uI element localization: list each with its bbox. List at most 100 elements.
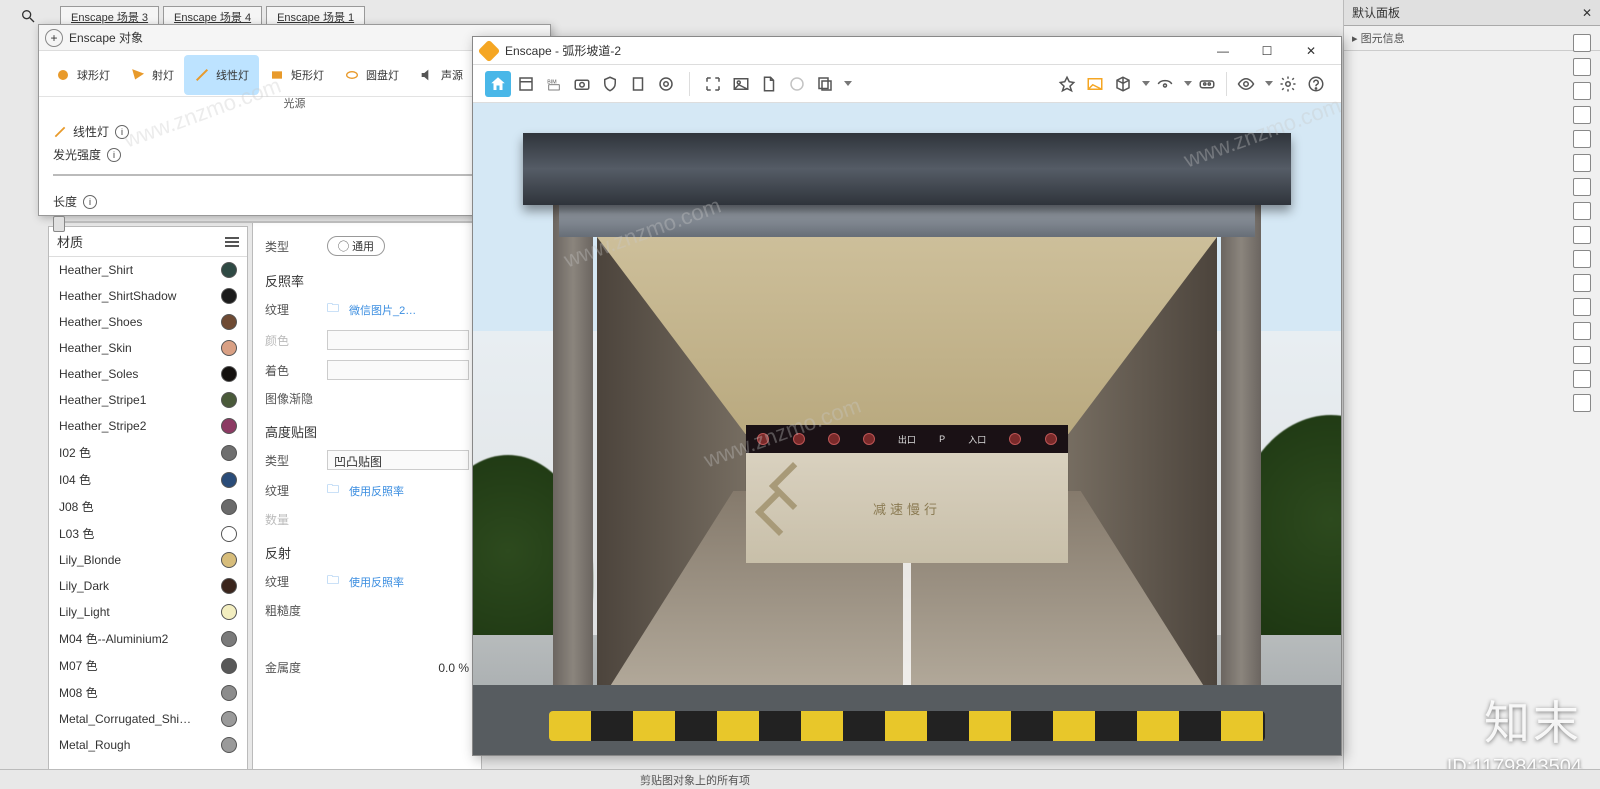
- line-light-button[interactable]: 线性灯: [184, 55, 259, 95]
- views-button[interactable]: [513, 71, 539, 97]
- style-button[interactable]: [1054, 71, 1080, 97]
- tool-icon[interactable]: [1573, 250, 1591, 268]
- tool-icon[interactable]: [1573, 298, 1591, 316]
- screenshot-button[interactable]: [700, 71, 726, 97]
- tool-icon[interactable]: [1573, 130, 1591, 148]
- material-swatch: [221, 631, 237, 647]
- visibility-button[interactable]: [1233, 71, 1259, 97]
- tool-icon[interactable]: [1573, 274, 1591, 292]
- folder-icon[interactable]: 🗀: [327, 571, 339, 592]
- tool-icon[interactable]: [1573, 34, 1591, 52]
- chevron-down-icon[interactable]: [1184, 81, 1192, 86]
- metal-value: 0.0 %: [438, 661, 469, 675]
- sphere-light-button[interactable]: 球形灯: [45, 55, 120, 95]
- search-area[interactable]: [8, 6, 48, 26]
- material-item[interactable]: J08 色: [49, 493, 247, 520]
- material-item[interactable]: Heather_Stripe2: [49, 413, 247, 439]
- material-swatch: [221, 472, 237, 488]
- length-slider[interactable]: [53, 216, 536, 228]
- height-type-field[interactable]: 凹凸贴图: [327, 450, 469, 470]
- materials-list[interactable]: Heather_ShirtHeather_ShirtShadowHeather_…: [49, 257, 247, 785]
- material-item[interactable]: Heather_Stripe1: [49, 387, 247, 413]
- material-name: Lily_Blonde: [59, 553, 121, 567]
- maximize-button[interactable]: ☐: [1245, 37, 1289, 65]
- status-bar: 剪贴图对象上的所有项: [0, 769, 1600, 789]
- vr-button[interactable]: [1194, 71, 1220, 97]
- video-button[interactable]: [653, 71, 679, 97]
- tray-section[interactable]: ▸ 图元信息: [1344, 26, 1600, 51]
- panorama-button[interactable]: [784, 71, 810, 97]
- default-tray: 默认面板 ✕ ▸ 图元信息: [1343, 0, 1600, 789]
- tool-icon[interactable]: [1573, 58, 1591, 76]
- tool-icon[interactable]: [1573, 82, 1591, 100]
- use-albedo-link[interactable]: 使用反照率: [349, 483, 404, 499]
- tool-icon[interactable]: [1573, 346, 1591, 364]
- disc-light-button[interactable]: 圆盘灯: [334, 55, 409, 95]
- material-item[interactable]: M04 色--Aluminium2: [49, 625, 247, 652]
- material-item[interactable]: Metal_Corrugated_Shi…: [49, 706, 247, 732]
- tool-icon[interactable]: [1573, 370, 1591, 388]
- batch-button[interactable]: [812, 71, 838, 97]
- chevron-down-icon[interactable]: [844, 81, 852, 86]
- render-viewport[interactable]: 出口 P 入口 减速慢行: [473, 103, 1341, 755]
- building-button[interactable]: [625, 71, 651, 97]
- minimize-button[interactable]: —: [1201, 37, 1245, 65]
- cube-button[interactable]: [1110, 71, 1136, 97]
- tray-pin-icon[interactable]: ✕: [1582, 6, 1592, 20]
- rect-light-button[interactable]: 矩形灯: [259, 55, 334, 95]
- tool-icon[interactable]: [1573, 178, 1591, 196]
- image-button[interactable]: [728, 71, 754, 97]
- slider-thumb[interactable]: [53, 216, 65, 232]
- material-item[interactable]: M08 色: [49, 679, 247, 706]
- tool-icon[interactable]: [1573, 106, 1591, 124]
- use-albedo-link[interactable]: 使用反照率: [349, 574, 404, 590]
- tool-icon[interactable]: [1573, 394, 1591, 412]
- material-swatch: [221, 685, 237, 701]
- intensity-slider[interactable]: [53, 169, 536, 181]
- material-item[interactable]: Heather_ShirtShadow: [49, 283, 247, 309]
- info-icon[interactable]: i: [83, 195, 97, 209]
- material-item[interactable]: Heather_Skin: [49, 335, 247, 361]
- tool-icon[interactable]: [1573, 154, 1591, 172]
- material-item[interactable]: Metal_Rough: [49, 732, 247, 758]
- image-active-button[interactable]: [1082, 71, 1108, 97]
- material-item[interactable]: Lily_Dark: [49, 573, 247, 599]
- tool-icon[interactable]: [1573, 226, 1591, 244]
- tool-icon[interactable]: [1573, 202, 1591, 220]
- shield-button[interactable]: [597, 71, 623, 97]
- material-item[interactable]: Heather_Soles: [49, 361, 247, 387]
- texture-link[interactable]: 微信图片_2…: [349, 302, 416, 318]
- info-icon[interactable]: i: [107, 148, 121, 162]
- material-item[interactable]: Heather_Shirt: [49, 257, 247, 283]
- info-icon[interactable]: i: [115, 125, 129, 139]
- material-item[interactable]: I02 色: [49, 439, 247, 466]
- material-item[interactable]: I04 色: [49, 466, 247, 493]
- chevron-down-icon[interactable]: [1265, 81, 1273, 86]
- help-button[interactable]: [1303, 71, 1329, 97]
- tint-field[interactable]: [327, 360, 469, 380]
- speed-button[interactable]: [1152, 71, 1178, 97]
- home-view-button[interactable]: [485, 71, 511, 97]
- tool-icon[interactable]: [1573, 322, 1591, 340]
- color-field[interactable]: [327, 330, 469, 350]
- length-label: 长度: [53, 193, 77, 210]
- folder-icon[interactable]: 🗀: [327, 480, 339, 501]
- bim-button[interactable]: BIM: [541, 71, 567, 97]
- backwall-text: 减速慢行: [873, 499, 941, 518]
- material-item[interactable]: Lily_Light: [49, 599, 247, 625]
- close-button[interactable]: ✕: [1289, 37, 1333, 65]
- sound-source-button[interactable]: 声源: [409, 55, 473, 95]
- material-item[interactable]: Lily_Blonde: [49, 547, 247, 573]
- material-swatch: [221, 392, 237, 408]
- folder-icon[interactable]: 🗀: [327, 299, 339, 320]
- chevron-down-icon[interactable]: [1142, 81, 1150, 86]
- enscape-titlebar[interactable]: Enscape - 弧形坡道-2 — ☐ ✕: [473, 37, 1341, 65]
- settings-button[interactable]: [1275, 71, 1301, 97]
- material-item[interactable]: M07 色: [49, 652, 247, 679]
- camera-button[interactable]: [569, 71, 595, 97]
- spot-light-button[interactable]: 射灯: [120, 55, 184, 95]
- export-button[interactable]: [756, 71, 782, 97]
- material-item[interactable]: L03 色: [49, 520, 247, 547]
- tray-header[interactable]: 默认面板 ✕: [1344, 0, 1600, 26]
- material-item[interactable]: Heather_Shoes: [49, 309, 247, 335]
